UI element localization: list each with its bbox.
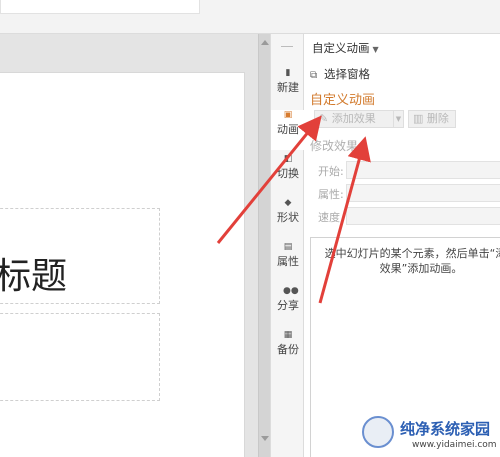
- transition-icon: ◧: [283, 154, 293, 164]
- start-select[interactable]: [346, 161, 500, 179]
- rail-item-transition[interactable]: ◧ 切换: [271, 154, 305, 194]
- rail-item-label: 动画: [277, 123, 299, 136]
- toolbar-field[interactable]: [0, 0, 200, 14]
- watermark-logo-icon: [362, 416, 394, 448]
- select-pane-label: 选择窗格: [324, 67, 370, 81]
- custom-animation-pane: 自定义动画 ▼ ⧉ 选择窗格 自定义动画 ✎ 添加效果 ▼ ▥ 删除 修改效果 开始…: [304, 34, 500, 457]
- delete-label: 删除: [426, 112, 449, 125]
- rail-item-label: 切换: [277, 167, 299, 180]
- rail-item-label: 分享: [277, 299, 299, 312]
- chevron-down-icon[interactable]: ▼: [393, 111, 403, 127]
- start-label: 开始:: [318, 165, 344, 178]
- speed-row: 速度: [318, 207, 500, 225]
- rail-item-animation[interactable]: ▣ 动画: [271, 110, 305, 150]
- watermark: 纯净系统家园 www.yidaimei.com: [356, 412, 500, 457]
- watermark-url: www.yidaimei.com: [412, 440, 497, 450]
- rail-item-new[interactable]: ▮ 新建: [271, 68, 305, 108]
- delete-button[interactable]: ▥ 删除: [408, 110, 456, 128]
- rail-item-shapes[interactable]: ◆ 形状: [271, 198, 305, 238]
- rail-item-properties[interactable]: ▤ 属性: [271, 242, 305, 282]
- rail-collapse-handle[interactable]: [281, 46, 293, 47]
- scroll-down-icon[interactable]: [261, 436, 269, 441]
- title-placeholder[interactable]: 标题: [0, 208, 160, 304]
- title-placeholder-text: 标题: [0, 256, 68, 297]
- subtitle-placeholder[interactable]: [0, 313, 160, 401]
- select-pane-button[interactable]: ⧉ 选择窗格: [310, 66, 370, 82]
- shapes-icon: ◆: [284, 198, 292, 208]
- top-toolbar: [0, 0, 500, 34]
- rail-item-label: 属性: [277, 255, 299, 268]
- scroll-up-icon[interactable]: [261, 40, 269, 45]
- pencil-icon: ✎: [319, 112, 329, 125]
- trash-icon: ▥: [413, 112, 424, 125]
- watermark-text: 纯净系统家园: [400, 420, 491, 438]
- side-icon-rail: ▮ 新建 ▣ 动画 ◧ 切换 ◆ 形状 ▤ 属性 ●● 分享 ▦ 备份: [270, 34, 305, 457]
- chevron-down-icon: ▼: [372, 45, 379, 54]
- new-file-icon: ▮: [285, 68, 291, 78]
- property-row: 属性:: [318, 184, 500, 202]
- speed-label: 速度: [318, 211, 340, 224]
- modify-effect-heading: 修改效果: [310, 139, 359, 153]
- pane-header-dropdown[interactable]: 自定义动画 ▼: [312, 40, 379, 56]
- rail-item-label: 新建: [277, 81, 299, 94]
- rail-item-label: 备份: [277, 343, 299, 356]
- rail-item-backup[interactable]: ▦ 备份: [271, 330, 305, 370]
- vertical-scrollbar[interactable]: [258, 34, 270, 457]
- share-icon: ●●: [283, 286, 299, 296]
- rail-item-label: 形状: [277, 211, 299, 224]
- backup-icon: ▦: [283, 330, 293, 340]
- add-effect-label: 添加效果: [331, 112, 376, 125]
- start-row: 开始:: [318, 161, 500, 179]
- pane-title: 自定义动画: [310, 93, 376, 108]
- select-pane-icon: ⧉: [310, 70, 318, 81]
- slide[interactable]: 标题: [0, 72, 245, 457]
- rail-item-share[interactable]: ●● 分享: [271, 286, 305, 326]
- property-select[interactable]: [346, 184, 500, 202]
- add-effect-button[interactable]: ✎ 添加效果 ▼: [314, 110, 404, 128]
- slide-canvas-area: 标题: [0, 34, 258, 457]
- speed-select[interactable]: [346, 207, 500, 225]
- animation-hint: 选中幻灯片的某个元素，然后单击“添加效果”添加动画。: [324, 247, 500, 275]
- property-label: 属性:: [318, 188, 344, 201]
- properties-icon: ▤: [283, 242, 293, 252]
- animation-icon: ▣: [283, 110, 293, 120]
- pane-header-label: 自定义动画: [312, 41, 370, 55]
